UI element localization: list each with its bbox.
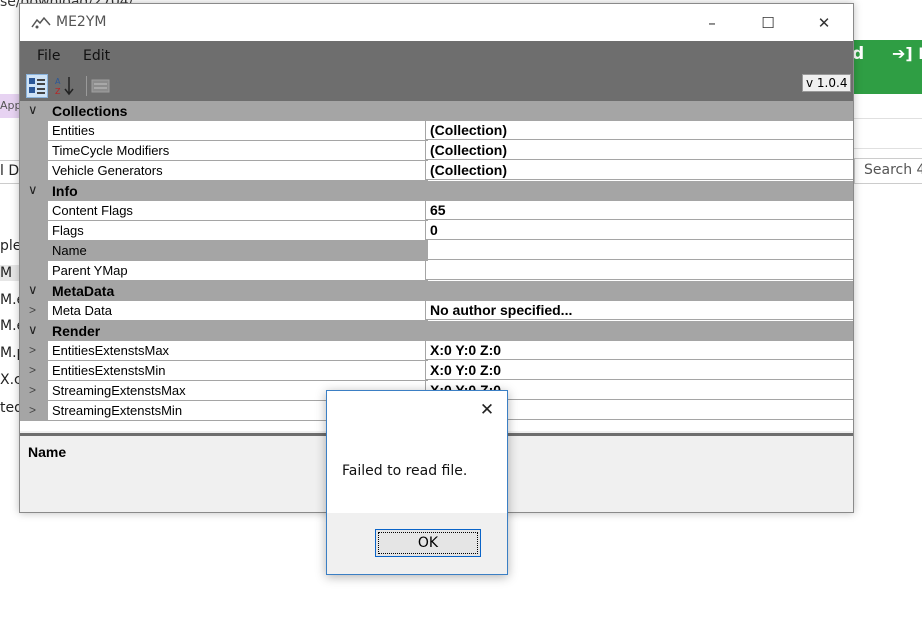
property-name[interactable]: Parent YMap	[48, 261, 428, 281]
menu-bar: File Edit	[20, 41, 853, 71]
grid-category-metadata[interactable]: ∨ MetaData	[20, 281, 853, 301]
toolbar-separator	[86, 76, 87, 96]
expand-arrow-icon[interactable]: >	[29, 343, 36, 357]
property-row[interactable]: Vehicle Generators (Collection)	[20, 161, 853, 181]
table-header-fragment: l D	[0, 160, 20, 184]
row-gutter: >	[20, 401, 48, 421]
row-gutter: >	[20, 381, 48, 401]
collapse-chevron-icon[interactable]: ∨	[28, 182, 38, 198]
property-row[interactable]: Name	[20, 241, 853, 261]
background-list-item: ple	[0, 238, 20, 254]
expand-arrow-icon[interactable]: >	[29, 383, 36, 397]
row-gutter	[20, 201, 48, 221]
property-value[interactable]	[426, 261, 853, 280]
title-bar[interactable]: ME2YM – ☐ ✕	[20, 4, 853, 41]
background-list-item: M.e	[0, 318, 20, 334]
property-row[interactable]: Parent YMap	[20, 261, 853, 281]
row-gutter	[20, 161, 48, 181]
property-value[interactable]: (Collection)	[426, 141, 853, 160]
row-gutter	[20, 221, 48, 241]
property-grid: ∨ Collections Entities (Collection) TimeCycl…	[20, 101, 853, 431]
property-value[interactable]	[426, 241, 853, 260]
property-row[interactable]: Content Flags 65	[20, 201, 853, 221]
collapse-chevron-icon[interactable]: ∨	[28, 102, 38, 118]
background-list-item: M	[0, 265, 20, 281]
property-name[interactable]: Flags	[48, 221, 428, 241]
alphabetical-sort-icon[interactable]: A Z	[54, 74, 76, 98]
grid-category-info[interactable]: ∨ Info	[20, 181, 853, 201]
row-gutter	[20, 141, 48, 161]
property-name[interactable]: EntitiesExtenstsMax	[48, 341, 428, 361]
divider	[852, 118, 922, 119]
property-name[interactable]: EntitiesExtenstsMin	[48, 361, 428, 381]
background-list-item: M.e	[0, 292, 20, 308]
ok-button[interactable]: OK	[375, 529, 481, 557]
property-value[interactable]: (Collection)	[426, 161, 853, 180]
dialog-footer: OK	[327, 513, 507, 574]
app-logo-icon	[31, 16, 51, 29]
version-label: v 1.0.4	[802, 74, 852, 92]
close-button[interactable]: ✕	[801, 4, 847, 41]
svg-text:A: A	[55, 77, 61, 86]
property-pages-icon[interactable]	[90, 74, 112, 98]
row-gutter: >	[20, 301, 48, 321]
row-gutter	[20, 121, 48, 141]
background-list-item: X.c	[0, 372, 20, 388]
divider	[852, 148, 922, 149]
property-name[interactable]: Name	[48, 241, 428, 261]
property-value[interactable]: 0	[426, 221, 853, 240]
grid-category-collections[interactable]: ∨ Collections	[20, 101, 853, 121]
menu-edit[interactable]: Edit	[83, 48, 110, 64]
search-input[interactable]: Search 4	[854, 158, 922, 184]
row-gutter	[20, 261, 48, 281]
collapse-chevron-icon[interactable]: ∨	[28, 282, 38, 298]
property-value[interactable]: (Collection)	[426, 121, 853, 140]
category-label: Info	[52, 183, 78, 199]
property-name[interactable]: Entities	[48, 121, 428, 141]
property-row[interactable]: Flags 0	[20, 221, 853, 241]
collapse-chevron-icon[interactable]: ∨	[28, 322, 38, 338]
property-row[interactable]: > Meta Data No author specified...	[20, 301, 853, 321]
categorized-view-icon[interactable]	[26, 74, 48, 98]
property-value[interactable]: X:0 Y:0 Z:0	[426, 341, 853, 360]
property-value[interactable]: 65	[426, 201, 853, 220]
property-row[interactable]: > EntitiesExtenstsMax X:0 Y:0 Z:0	[20, 341, 853, 361]
error-dialog: ✕ Failed to read file. OK	[326, 390, 508, 575]
row-gutter: >	[20, 341, 48, 361]
background-list-item: M.p	[0, 345, 20, 361]
row-gutter	[20, 241, 48, 261]
expand-arrow-icon[interactable]: >	[29, 403, 36, 417]
expand-arrow-icon[interactable]: >	[29, 363, 36, 377]
toolbar: A Z v 1.0.4	[20, 71, 853, 101]
row-gutter: >	[20, 361, 48, 381]
maximize-button[interactable]: ☐	[745, 4, 791, 41]
property-name[interactable]: Content Flags	[48, 201, 428, 221]
property-row[interactable]: TimeCycle Modifiers (Collection)	[20, 141, 853, 161]
svg-text:Z: Z	[55, 87, 61, 96]
property-name[interactable]: TimeCycle Modifiers	[48, 141, 428, 161]
property-name[interactable]: Vehicle Generators	[48, 161, 428, 181]
dialog-close-button[interactable]: ✕	[472, 395, 502, 425]
category-label: MetaData	[52, 283, 115, 299]
minimize-button[interactable]: –	[689, 4, 735, 41]
property-row[interactable]: > EntitiesExtenstsMin X:0 Y:0 Z:0	[20, 361, 853, 381]
login-link[interactable]: ➔] L	[892, 44, 922, 63]
property-value[interactable]: X:0 Y:0 Z:0	[426, 361, 853, 380]
dialog-message: Failed to read file.	[342, 463, 468, 479]
window-title: ME2YM	[56, 14, 107, 30]
grid-category-render[interactable]: ∨ Render	[20, 321, 853, 341]
apps-chip[interactable]: Appl	[0, 94, 20, 118]
expand-arrow-icon[interactable]: >	[29, 303, 36, 317]
property-name[interactable]: Meta Data	[48, 301, 428, 321]
property-value[interactable]: No author specified...	[426, 301, 853, 320]
menu-file[interactable]: File	[37, 48, 60, 64]
property-row[interactable]: Entities (Collection)	[20, 121, 853, 141]
background-list-item: ted	[0, 400, 20, 416]
help-title: Name	[28, 444, 67, 460]
category-label: Render	[52, 323, 101, 339]
category-label: Collections	[52, 103, 128, 119]
